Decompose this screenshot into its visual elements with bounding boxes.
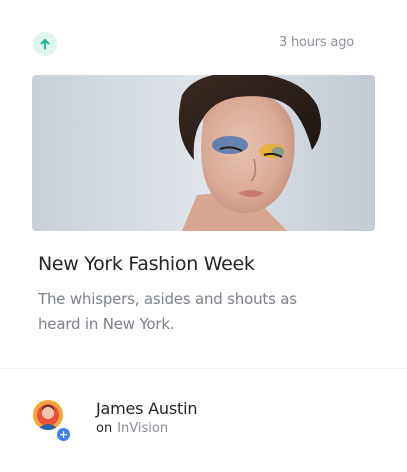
fashion-portrait-image [32, 75, 375, 231]
source-link[interactable]: InVision [117, 421, 168, 436]
post-card: 3 hours ago New York Fashion Week The wh… [0, 0, 407, 472]
author-name[interactable]: James Austin [96, 399, 197, 418]
arrow-up-icon [40, 39, 50, 50]
divider [0, 368, 407, 369]
post-image[interactable] [32, 75, 375, 231]
author-avatar[interactable] [33, 400, 63, 430]
upvote-button[interactable] [33, 32, 57, 56]
avatar-icon [33, 400, 63, 430]
author-source-row: on InVision [96, 421, 168, 436]
post-timestamp: 3 hours ago [278, 35, 354, 50]
on-label: on [96, 421, 113, 436]
post-description: The whispers, asides and shouts as heard… [38, 290, 297, 333]
plus-icon: + [58, 428, 69, 441]
add-badge[interactable]: + [55, 426, 72, 443]
post-title[interactable]: New York Fashion Week [38, 253, 255, 275]
